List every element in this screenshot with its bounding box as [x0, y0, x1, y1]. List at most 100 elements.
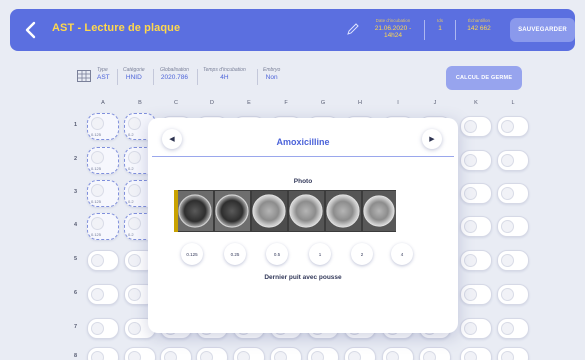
well-circle [237, 351, 250, 360]
well-circle [91, 322, 104, 335]
plate-well[interactable] [87, 318, 119, 339]
plate-well[interactable] [124, 347, 156, 360]
well-circle [91, 151, 104, 164]
incubation-time-value: 4H [220, 74, 229, 81]
divider [197, 69, 198, 85]
category-label: Catégorie [123, 67, 145, 73]
concentration-button[interactable]: 0.125 [181, 243, 203, 265]
ids-value: 1 [438, 25, 442, 32]
column-header: F [284, 100, 288, 106]
save-button[interactable]: SAUVEGARDER [510, 18, 575, 42]
well-circle [464, 154, 477, 167]
antibiotic-title: Amoxicilline [276, 137, 330, 147]
plate-well[interactable] [497, 116, 529, 137]
incubation-time-label: Temps d'incubation [203, 67, 246, 73]
well-concentration: 0.2 [128, 166, 134, 171]
well-concentration: 0.2 [128, 132, 134, 137]
divider [152, 156, 454, 157]
well-concentration: 0.125 [91, 132, 102, 137]
divider [257, 69, 258, 85]
well-circle [423, 351, 436, 360]
plate-well[interactable] [196, 347, 228, 360]
plate-well[interactable] [460, 250, 492, 271]
plate-well[interactable] [460, 150, 492, 171]
well-circle [128, 184, 141, 197]
sample-label: Échantillon [467, 18, 490, 23]
row-header: 4 [74, 222, 78, 228]
plate-well[interactable]: 0.125 [87, 213, 119, 240]
column-header: E [247, 100, 251, 106]
column-header: H [358, 100, 362, 106]
concentration-button[interactable]: 0.25 [224, 243, 246, 265]
well-circle [464, 322, 477, 335]
calculate-germ-button[interactable]: CALCUL DE GERME [446, 66, 522, 90]
plate-well[interactable]: 0.125 [87, 113, 119, 140]
well-photo-image [174, 190, 396, 232]
plate-well[interactable] [87, 347, 119, 360]
row-header: 2 [74, 156, 78, 162]
photo-label: Photo [293, 178, 313, 185]
concentration-button[interactable]: 2 [351, 243, 373, 265]
plate-well[interactable] [460, 284, 492, 305]
column-header: L [511, 100, 515, 106]
column-header: J [433, 100, 437, 106]
divider [153, 69, 154, 85]
column-header: A [101, 100, 105, 106]
well-circle [128, 322, 141, 335]
plate-well[interactable] [460, 318, 492, 339]
row-header: 6 [74, 290, 78, 296]
column-header: D [210, 100, 214, 106]
plate-well[interactable] [497, 250, 529, 271]
plate-well[interactable] [382, 347, 414, 360]
plate-well[interactable] [419, 347, 451, 360]
well-circle [501, 288, 514, 301]
category-value: HNID [125, 74, 142, 81]
plate-well[interactable] [87, 284, 119, 305]
plate-well[interactable] [497, 216, 529, 237]
plate-well[interactable] [344, 347, 376, 360]
incubation-time-field: Temps d'incubation 4H [203, 67, 246, 81]
well-circle [128, 217, 141, 230]
plate-well[interactable]: 0.125 [87, 180, 119, 207]
plate-well[interactable] [497, 318, 529, 339]
plate-icon [77, 70, 91, 82]
concentration-button[interactable]: 4 [391, 243, 413, 265]
pencil-icon[interactable] [346, 22, 360, 36]
type-value: AST [97, 74, 110, 81]
plate-well[interactable] [307, 347, 339, 360]
plate-well[interactable] [460, 216, 492, 237]
plate-well[interactable] [497, 284, 529, 305]
well-circle [501, 120, 514, 133]
plate-well[interactable]: 0.125 [87, 147, 119, 174]
plate-well[interactable] [497, 150, 529, 171]
well-circle [501, 322, 514, 335]
plate-well[interactable] [87, 250, 119, 271]
well-circle [91, 217, 104, 230]
sample-value: 142 662 [467, 25, 491, 32]
concentration-button[interactable]: 1 [309, 243, 331, 265]
ids-label: Ids [436, 18, 443, 23]
last-well-label: Dernier puit avec pousse [264, 274, 342, 281]
plate-well[interactable] [497, 183, 529, 204]
well-concentration: 0.2 [128, 199, 134, 204]
well-circle [91, 117, 104, 130]
plate-well[interactable] [233, 347, 265, 360]
plate-well[interactable] [497, 347, 529, 360]
well-concentration: 0.2 [128, 232, 134, 237]
plate-well[interactable] [160, 347, 192, 360]
sample-field: Échantillon 142 662 [462, 18, 496, 32]
plate-well[interactable] [460, 116, 492, 137]
plate-well[interactable] [460, 183, 492, 204]
well-circle [464, 254, 477, 267]
well-circle [501, 254, 514, 267]
concentration-button[interactable]: 0.5 [266, 243, 288, 265]
well-circle [311, 351, 324, 360]
back-button[interactable] [20, 19, 42, 41]
plate-well[interactable] [460, 347, 492, 360]
incubation-date: Date d'incubation 21.06.2020 - 14h24 [367, 18, 419, 39]
chevron-right-icon: ▶ [429, 136, 435, 143]
well-circle [128, 117, 141, 130]
plate-well[interactable] [270, 347, 302, 360]
well-concentration: 0.125 [91, 166, 102, 171]
next-antibiotic-button[interactable]: ▶ [422, 129, 442, 149]
